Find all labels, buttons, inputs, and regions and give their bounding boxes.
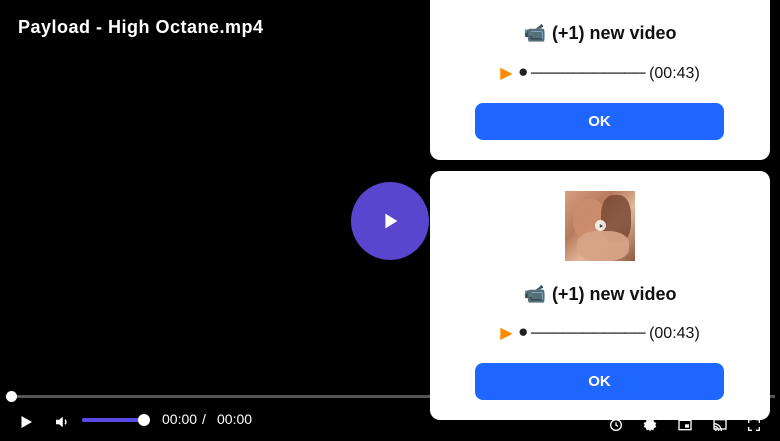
volume-icon [56, 416, 67, 428]
play-button[interactable] [14, 410, 38, 434]
video-camera-icon: 📹 [523, 23, 546, 44]
current-time: 00:00 [162, 411, 198, 427]
big-play-button[interactable] [351, 182, 429, 260]
play-icon: ▶ [500, 323, 513, 342]
progress-line: ─────────── [530, 325, 646, 342]
record-icon: ⚫ [516, 323, 530, 342]
video-thumbnail [565, 191, 635, 261]
ok-button[interactable]: OK [475, 363, 724, 400]
volume-slider[interactable] [82, 414, 150, 426]
progress-line: ─────────── [530, 65, 646, 82]
play-icon: ▶ [500, 63, 513, 82]
thumbnail-play-icon [595, 220, 606, 231]
notification-headline-text: (+1) new video [551, 23, 677, 43]
duration-text: (00:43) [649, 65, 700, 82]
record-icon: ⚫ [516, 63, 530, 82]
video-camera-icon: 📹 [523, 284, 546, 305]
ok-button[interactable]: OK [475, 103, 724, 140]
progress-thumb[interactable] [6, 391, 17, 402]
total-time: 00:00 [217, 411, 253, 427]
video-title: Payload - High Octane.mp4 [18, 17, 264, 37]
time-separator: / [202, 411, 206, 427]
thumbnail-shape [577, 231, 629, 261]
volume-button[interactable] [50, 410, 74, 434]
volume-slider-thumb[interactable] [138, 414, 150, 426]
notification-headline-text: (+1) new video [551, 284, 677, 304]
play-icon [21, 416, 32, 428]
play-icon [385, 213, 398, 229]
notification-card: 📹 (+1) new video ▶ ⚫─────────── (00:43) OK [430, 171, 770, 420]
duration-text: (00:43) [649, 325, 700, 342]
media-progress-line: ▶ ⚫─────────── (00:43) [430, 323, 770, 343]
notification-headline: 📹 (+1) new video [430, 284, 770, 305]
media-progress-line: ▶ ⚫─────────── (00:43) [430, 63, 770, 83]
notification-card: 📹 (+1) new video ▶ ⚫─────────── (00:43) OK [430, 0, 770, 160]
notification-headline: 📹 (+1) new video [430, 23, 770, 44]
video-player[interactable]: Payload - High Octane.mp4 00:00 / 00:00 [0, 0, 780, 441]
